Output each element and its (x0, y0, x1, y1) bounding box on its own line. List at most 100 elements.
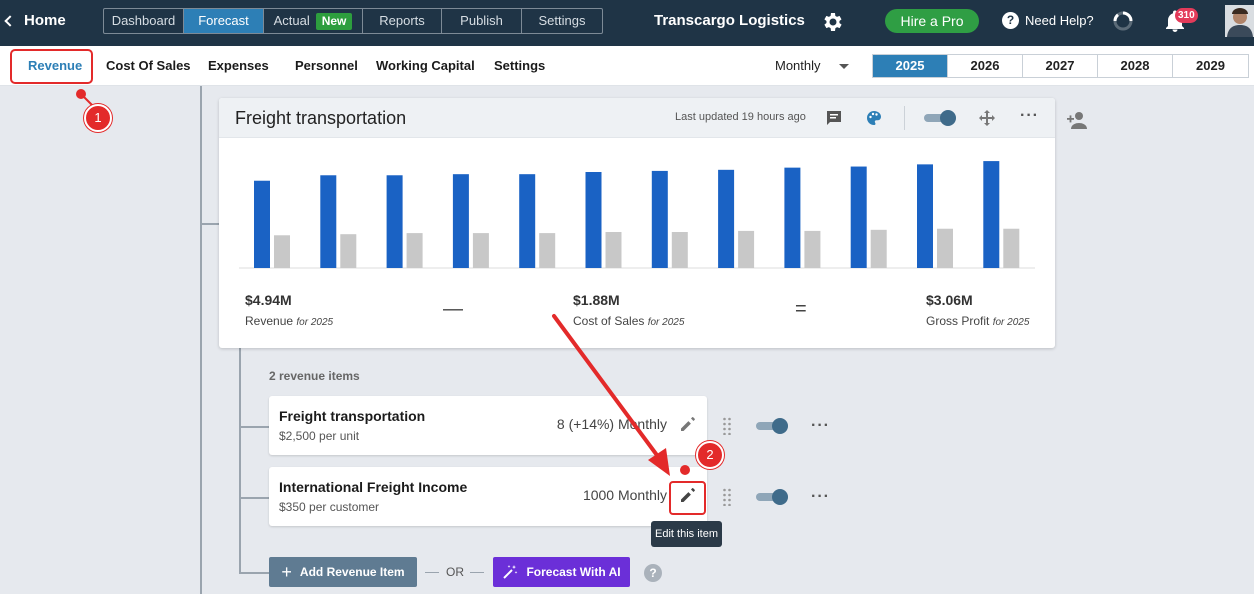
bar-series-2-3 (406, 233, 423, 268)
tree-line (200, 86, 202, 594)
or-line-right (470, 572, 484, 573)
add-branch (239, 572, 269, 574)
card-toggle[interactable] (924, 110, 956, 126)
gross-profit-value: $3.06M (926, 292, 973, 308)
tree-branch (200, 223, 219, 225)
bar-series-2-8 (738, 230, 755, 268)
or-label: OR (446, 565, 464, 579)
period-select[interactable]: Monthly (775, 58, 821, 73)
avatar[interactable] (1225, 5, 1254, 37)
plus-icon: + (281, 561, 292, 582)
year-2026[interactable]: 2026 (948, 55, 1023, 77)
year-2029[interactable]: 2029 (1173, 55, 1248, 77)
add-revenue-label: Add Revenue Item (299, 565, 405, 579)
bar-series-1-7 (651, 170, 668, 268)
bar-series-2-12 (1003, 228, 1020, 268)
bar-series-2-7 (671, 232, 688, 268)
tab-expenses[interactable]: Expenses (208, 58, 269, 73)
tab-personnel[interactable]: Personnel (295, 58, 358, 73)
item-price: $350 per customer (279, 500, 380, 514)
nav-settings[interactable]: Settings (522, 9, 602, 33)
move-icon[interactable] (978, 109, 996, 127)
bar-series-1-3 (386, 175, 403, 268)
bar-series-2-2 (340, 234, 357, 268)
callout-marker-2: 2 (696, 441, 724, 469)
drag-dots (723, 488, 731, 507)
item-toggle-2[interactable] (756, 489, 788, 505)
bar-series-1-10 (850, 166, 867, 268)
add-user-icon[interactable] (1066, 110, 1088, 130)
card-more-icon[interactable]: ··· (1020, 107, 1039, 125)
revenue-label: Revenue for 2025 (245, 314, 333, 328)
item-toggle-1[interactable] (756, 418, 788, 434)
nav-dashboard[interactable]: Dashboard (104, 9, 184, 33)
help-label: Need Help? (1025, 13, 1094, 28)
company-name: Transcargo Logistics (654, 12, 805, 29)
revenue-bar-chart (239, 161, 1035, 269)
year-2027[interactable]: 2027 (1023, 55, 1098, 77)
help-link[interactable]: ? Need Help? (1002, 12, 1094, 29)
nav-forecast[interactable]: Forecast (184, 9, 264, 33)
home-link[interactable]: Home (4, 12, 66, 29)
hire-a-pro-button[interactable]: Hire a Pro (885, 9, 979, 33)
bar-series-1-6 (585, 172, 602, 268)
bar-series-1-11 (917, 164, 933, 268)
header-divider (904, 106, 905, 130)
item-branch-2 (239, 497, 269, 499)
or-line-left (425, 572, 439, 573)
drag-handle-icon[interactable] (722, 488, 732, 507)
bar-series-1-2 (320, 175, 337, 268)
palette-icon[interactable] (865, 109, 883, 127)
item-more-icon[interactable]: ··· (811, 417, 830, 435)
callout-marker-1: 1 (84, 104, 112, 132)
comment-icon[interactable] (825, 109, 843, 127)
forecast-with-ai-button[interactable]: Forecast With AI (493, 557, 630, 587)
bar-series-2-10 (870, 229, 887, 268)
bar-series-1-9 (784, 167, 801, 268)
add-revenue-item-button[interactable]: + Add Revenue Item (269, 557, 417, 587)
gross-profit-period: for 2025 (992, 317, 1030, 328)
cost-of-sales-value: $1.88M (573, 292, 620, 308)
home-label: Home (24, 12, 66, 29)
toggle-knob (772, 489, 788, 505)
nav-actual[interactable]: Actual New (264, 9, 363, 33)
chevron-left-icon (4, 15, 16, 27)
year-selector: 2025 2026 2027 2028 2029 (872, 54, 1249, 78)
new-badge: New (315, 13, 353, 30)
bar-series-1-8 (718, 169, 735, 268)
revenue-items-count: 2 revenue items (269, 369, 360, 383)
tab-cost-of-sales[interactable]: Cost Of Sales (106, 58, 191, 73)
bar-series-2-9 (804, 230, 821, 268)
card-title: Freight transportation (235, 108, 407, 128)
bar-series-2-5 (539, 233, 556, 268)
magic-wand-icon (503, 565, 518, 579)
bar-series-1-5 (519, 174, 536, 268)
card-header: Freight transportation Last updated 19 h… (219, 98, 1055, 138)
revenue-label-text: Revenue (245, 314, 294, 328)
edit-tooltip: Edit this item (651, 521, 722, 547)
item-more-icon[interactable]: ··· (811, 488, 830, 506)
loader-icon (1113, 11, 1133, 31)
question-icon[interactable]: ? (644, 564, 662, 582)
year-2028[interactable]: 2028 (1098, 55, 1173, 77)
avatar-image (1225, 5, 1254, 37)
revenue-highlight-box (10, 49, 93, 84)
tab-settings[interactable]: Settings (494, 58, 545, 73)
toggle-knob (772, 418, 788, 434)
main-nav: Dashboard Forecast Actual New Reports Pub… (103, 8, 603, 34)
nav-publish[interactable]: Publish (442, 9, 522, 33)
question-icon: ? (1002, 12, 1019, 29)
revenue-value: $4.94M (245, 292, 292, 308)
tab-working-capital[interactable]: Working Capital (376, 58, 475, 73)
gear-icon[interactable] (820, 10, 844, 34)
minus-operator: — (443, 298, 463, 320)
forecast-ai-label: Forecast With AI (526, 565, 621, 579)
drag-handle-icon[interactable] (722, 417, 732, 436)
item-volume: 1000 Monthly (582, 487, 667, 503)
bar-series-1-12 (983, 161, 1000, 268)
chevron-down-icon[interactable] (839, 64, 849, 69)
notification-count: 310 (1175, 8, 1198, 23)
year-2025[interactable]: 2025 (873, 55, 948, 77)
nav-reports[interactable]: Reports (363, 9, 442, 33)
equals-operator: = (795, 298, 807, 320)
